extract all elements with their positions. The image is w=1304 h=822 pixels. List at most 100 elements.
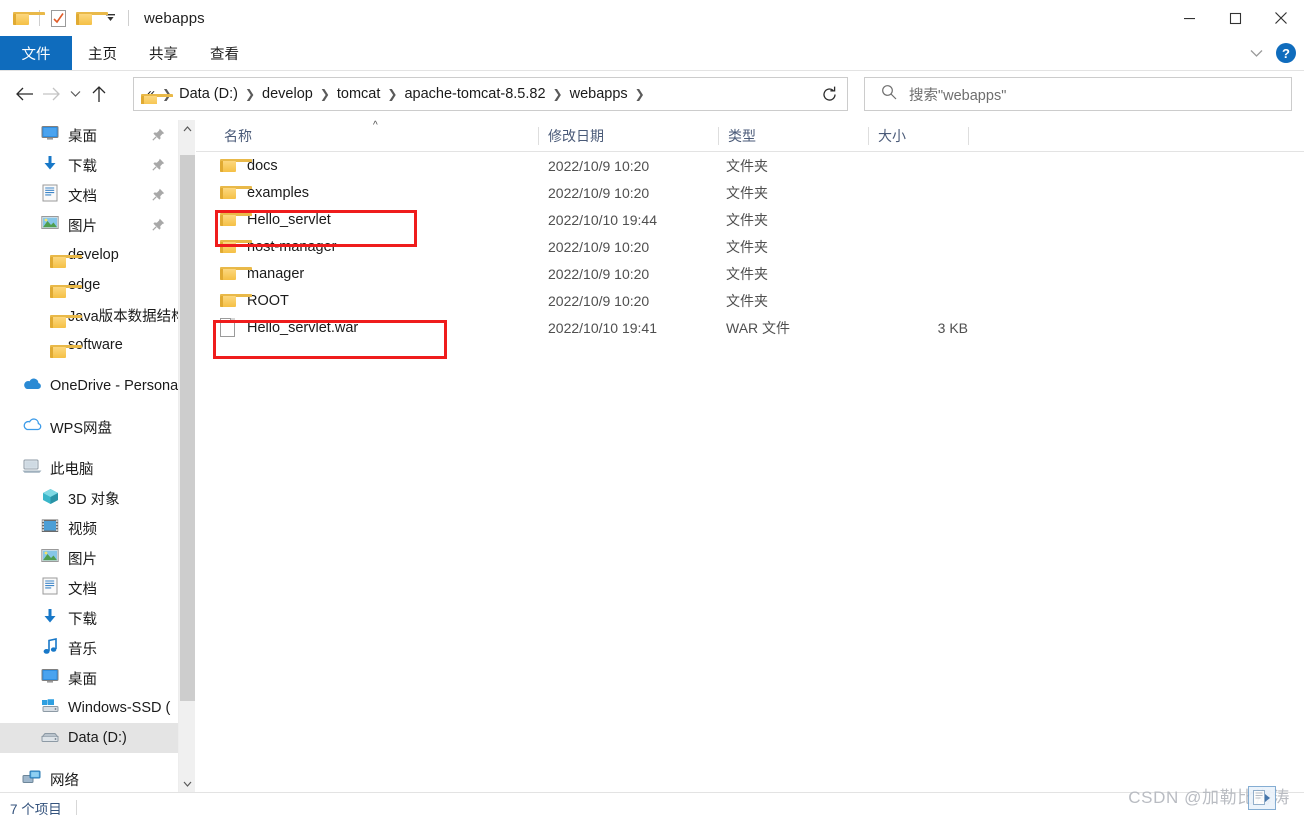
pictures-icon [40, 548, 60, 568]
breadcrumb-separator[interactable]: ❯ [245, 88, 255, 100]
table-row[interactable]: host-manager 2022/10/9 10:20 文件夹 [196, 233, 1304, 260]
windows-drive-icon [40, 698, 60, 718]
breadcrumb-item-apache-tomcat[interactable]: apache-tomcat-8.5.82 [403, 84, 546, 104]
column-divider[interactable] [968, 127, 969, 145]
network-icon [22, 769, 42, 789]
search-input[interactable]: 搜索"webapps" [909, 84, 1006, 105]
sidebar-item-12[interactable]: 视频 [0, 513, 178, 543]
search-box[interactable]: 搜索"webapps" [864, 77, 1292, 111]
pin-icon[interactable] [151, 217, 165, 231]
sidebar-item-15[interactable]: 下载 [0, 603, 178, 633]
sidebar-item-label: 此电脑 [50, 461, 94, 478]
sidebar-item-2[interactable]: 文档 [0, 180, 178, 210]
cell-date: 2022/10/9 10:20 [548, 265, 650, 282]
sidebar-item-5[interactable]: edge [0, 270, 178, 300]
sidebar-item-3[interactable]: 图片 [0, 210, 178, 240]
tab-file[interactable]: 文件 [0, 36, 72, 70]
column-header-size[interactable]: 大小 [868, 120, 968, 152]
sidebar-item-1[interactable]: 下载 [0, 150, 178, 180]
download-icon [40, 608, 60, 628]
sidebar-item-17[interactable]: 桌面 [0, 663, 178, 693]
folder-icon [220, 186, 252, 199]
download-icon [40, 155, 60, 175]
sidebar-item-label: Java版本数据结构 [68, 308, 178, 325]
forward-button[interactable] [38, 79, 64, 109]
sidebar-item-11[interactable]: 3D 对象 [0, 483, 178, 513]
document-icon [42, 577, 58, 599]
sidebar-item-13[interactable]: 图片 [0, 543, 178, 573]
file-name-label: Hello_servlet [247, 211, 331, 228]
chevron-down-icon[interactable] [179, 775, 196, 792]
breadcrumb-item-tomcat[interactable]: tomcat [336, 84, 382, 104]
refresh-button[interactable] [812, 77, 848, 111]
drive-icon [40, 728, 60, 748]
videos-icon [40, 518, 60, 538]
chevron-down-icon[interactable] [1246, 43, 1266, 63]
this-pc-icon [22, 458, 42, 478]
sidebar-item-8[interactable]: OneDrive - Personal [0, 371, 178, 401]
table-row[interactable]: docs 2022/10/9 10:20 文件夹 [196, 152, 1304, 179]
scrollbar-thumb[interactable] [180, 155, 195, 701]
sidebar-item-label: 下载 [68, 611, 97, 628]
breadcrumb-item-develop[interactable]: develop [261, 84, 314, 104]
tab-view[interactable]: 查看 [194, 36, 255, 70]
pin-icon[interactable] [151, 187, 165, 201]
sidebar-item-20[interactable]: 网络 [0, 764, 178, 792]
tab-share[interactable]: 共享 [133, 36, 194, 70]
address-bar[interactable]: « ❯ Data (D:) ❯ develop ❯ tomcat ❯ apach… [133, 77, 836, 111]
sidebar-item-6[interactable]: Java版本数据结构 [0, 300, 178, 330]
table-row[interactable]: ROOT 2022/10/9 10:20 文件夹 [196, 287, 1304, 314]
breadcrumb-separator[interactable]: ❯ [635, 88, 645, 100]
tab-home[interactable]: 主页 [72, 36, 133, 70]
this-pc-icon [22, 458, 42, 478]
table-row[interactable]: examples 2022/10/9 10:20 文件夹 [196, 179, 1304, 206]
sidebar-item-7[interactable]: software [0, 330, 178, 360]
sidebar-item-4[interactable]: develop [0, 240, 178, 270]
breadcrumb-separator[interactable]: ❯ [320, 88, 330, 100]
customize-dropdown-icon[interactable] [97, 5, 123, 31]
download-icon [41, 608, 59, 628]
help-icon[interactable]: ? [1276, 43, 1296, 63]
cell-size: 3 KB [937, 319, 968, 336]
chevron-up-icon[interactable] [179, 120, 196, 137]
sidebar-item-label: 桌面 [68, 671, 97, 688]
sidebar-item-0[interactable]: 桌面 [0, 120, 178, 150]
column-header-date[interactable]: 修改日期 [538, 120, 718, 152]
breadcrumb-separator[interactable]: ❯ [387, 88, 397, 100]
ribbon-tab-list: 文件 主页 共享 查看 [0, 36, 1304, 70]
breadcrumb-item-drive[interactable]: Data (D:) [178, 84, 239, 104]
sidebar-item-18[interactable]: Windows-SSD ( [0, 693, 178, 723]
minimize-icon[interactable] [1166, 0, 1212, 36]
sidebar-item-9[interactable]: WPS网盘 [0, 412, 178, 442]
document-icon [40, 184, 60, 205]
column-header-type[interactable]: 类型 [718, 120, 868, 152]
sidebar-item-label: WPS网盘 [50, 420, 113, 437]
status-bar: 7 个项目 [0, 792, 1304, 822]
back-button[interactable] [12, 79, 38, 109]
breadcrumb: « ❯ Data (D:) ❯ develop ❯ tomcat ❯ apach… [134, 84, 809, 104]
close-icon[interactable] [1258, 0, 1304, 36]
column-header-name[interactable]: 名称 [214, 120, 538, 152]
up-button[interactable] [86, 79, 112, 109]
table-row[interactable]: Hello_servlet.war 2022/10/10 19:41 WAR 文件 3… [196, 314, 1304, 341]
properties-icon[interactable] [45, 5, 71, 31]
navigation-pane-scrollbar[interactable] [178, 120, 195, 792]
maximize-icon[interactable] [1212, 0, 1258, 36]
table-row[interactable]: Hello_servlet 2022/10/10 19:44 文件夹 [196, 206, 1304, 233]
pin-icon[interactable] [151, 157, 165, 171]
sidebar-item-19[interactable]: Data (D:) [0, 723, 178, 753]
new-folder-icon[interactable] [71, 5, 108, 31]
breadcrumb-separator[interactable]: ❯ [553, 88, 563, 100]
recent-locations-button[interactable] [64, 79, 86, 109]
sidebar-item-16[interactable]: 音乐 [0, 633, 178, 663]
sidebar-item-14[interactable]: 文档 [0, 573, 178, 603]
sidebar-item-10[interactable]: 此电脑 [0, 453, 178, 483]
file-name-label: ROOT [247, 292, 289, 309]
pin-icon[interactable] [151, 127, 165, 141]
table-row[interactable]: manager 2022/10/9 10:20 文件夹 [196, 260, 1304, 287]
breadcrumb-item-webapps[interactable]: webapps [569, 84, 629, 104]
folder-icon[interactable] [8, 5, 45, 31]
pictures-icon [41, 215, 59, 235]
